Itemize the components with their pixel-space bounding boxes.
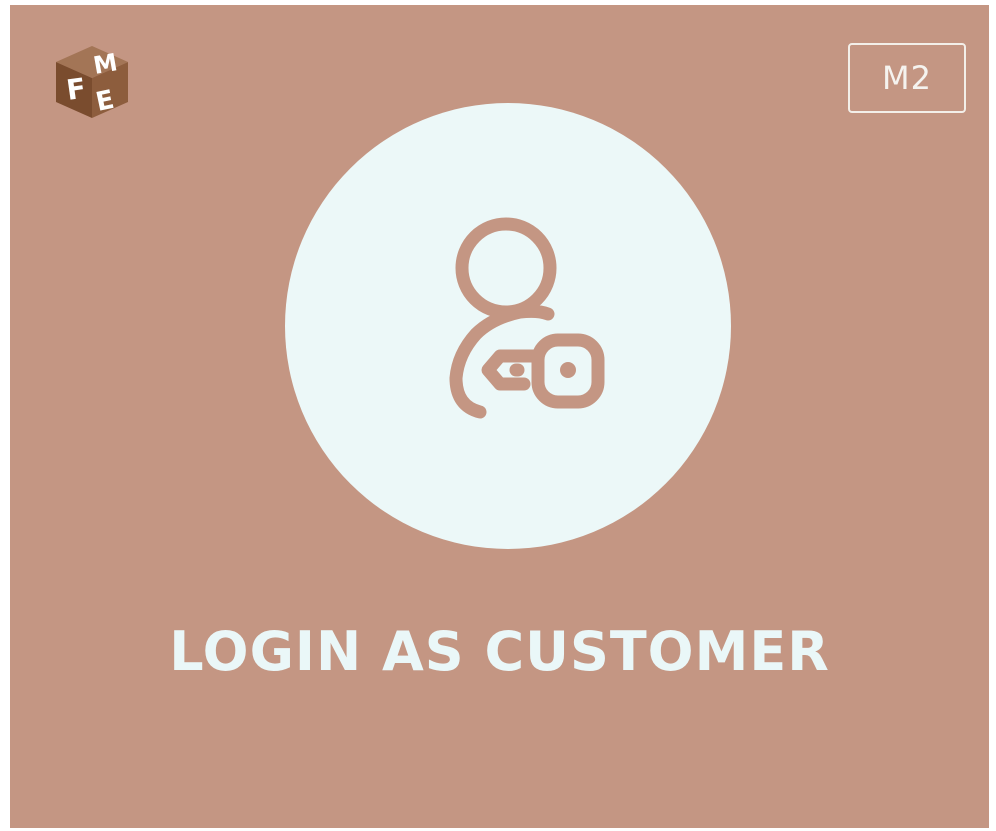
product-title: LOGIN AS CUSTOMER — [169, 620, 830, 683]
user-key-icon — [449, 217, 605, 419]
logo-letter-m: M — [91, 48, 119, 80]
version-badge: M2 — [848, 43, 966, 113]
product-card: F M E M2 LOGIN AS CUSTOMER — [10, 5, 989, 828]
fme-logo: F M E — [48, 42, 136, 122]
hero-icon-circle — [285, 103, 731, 549]
